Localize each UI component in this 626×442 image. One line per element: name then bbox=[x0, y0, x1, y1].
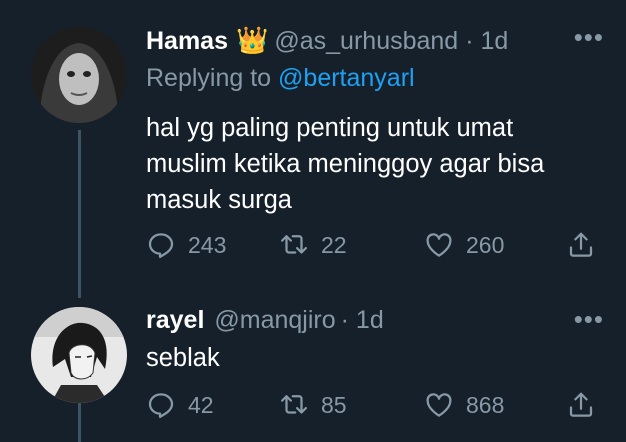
like-count: 868 bbox=[466, 391, 505, 418]
avatar[interactable] bbox=[31, 27, 127, 123]
tweet-header: Hamas 👑 @as_urhusband · 1d bbox=[146, 25, 508, 56]
user-handle[interactable]: @as_urhusband bbox=[274, 27, 458, 56]
tweet-actions: 42 85 868 bbox=[146, 390, 626, 420]
replying-label: Replying to bbox=[146, 64, 272, 92]
retweet-icon bbox=[281, 395, 307, 414]
tweet-text: hal yg paling penting untuk umat muslim … bbox=[146, 114, 545, 214]
timestamp[interactable]: · 1d bbox=[465, 27, 508, 56]
timestamp[interactable]: · 1d bbox=[341, 306, 384, 335]
tweet-actions: 243 22 260 bbox=[146, 230, 626, 260]
reply-count: 42 bbox=[188, 391, 214, 418]
mention-link[interactable]: @bertanyarl bbox=[278, 64, 415, 92]
reply-icon bbox=[148, 393, 174, 418]
like-button[interactable]: 260 bbox=[424, 230, 504, 260]
reply-count: 243 bbox=[188, 231, 227, 258]
display-name[interactable]: Hamas bbox=[146, 27, 228, 56]
like-button[interactable]: 868 bbox=[424, 390, 504, 420]
share-button[interactable] bbox=[566, 390, 596, 420]
more-horizontal-icon[interactable]: ••• bbox=[574, 304, 604, 335]
share-button[interactable] bbox=[566, 230, 596, 260]
replying-to: Replying to @bertanyarl bbox=[146, 64, 415, 93]
tweet-header: rayel @manqjiro · 1d bbox=[146, 306, 384, 335]
display-name[interactable]: rayel bbox=[146, 306, 204, 335]
thread-line bbox=[78, 400, 81, 442]
like-count: 260 bbox=[466, 231, 505, 258]
retweet-icon bbox=[281, 235, 307, 254]
retweet-button[interactable]: 85 bbox=[279, 390, 347, 420]
retweet-count: 22 bbox=[321, 231, 347, 258]
heart-icon bbox=[426, 393, 452, 417]
crown-badge-icon: 👑 bbox=[236, 25, 269, 55]
reply-icon bbox=[148, 233, 174, 258]
retweet-button[interactable]: 22 bbox=[279, 230, 347, 260]
avatar[interactable] bbox=[31, 307, 127, 403]
thread-line bbox=[78, 130, 81, 298]
reply-button[interactable]: 243 bbox=[146, 230, 226, 260]
retweet-count: 85 bbox=[321, 391, 347, 418]
user-handle[interactable]: @manqjiro bbox=[214, 306, 335, 335]
share-icon bbox=[569, 232, 593, 257]
tweet-text: seblak bbox=[146, 344, 220, 372]
reply-button[interactable]: 42 bbox=[146, 390, 214, 420]
share-icon bbox=[569, 392, 593, 417]
more-horizontal-icon[interactable]: ••• bbox=[574, 22, 604, 53]
heart-icon bbox=[426, 233, 452, 257]
